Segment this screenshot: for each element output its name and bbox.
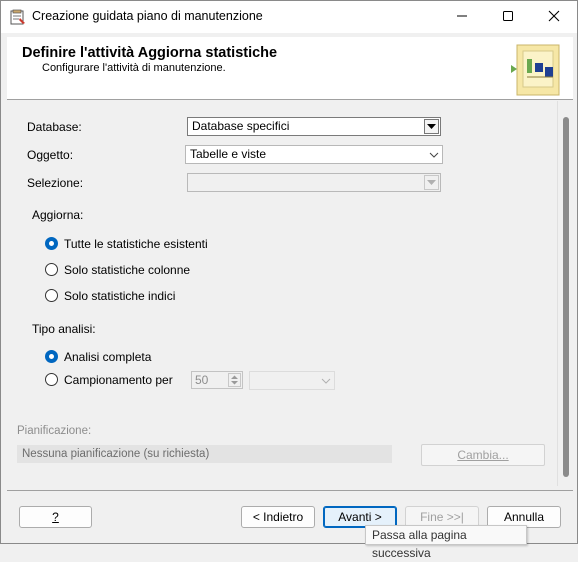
chevron-down-icon [424,119,439,134]
database-select-value: Database specifici [192,119,290,133]
radio-index-statistics-label[interactable]: Solo statistiche indici [64,289,175,303]
object-select[interactable]: Tabelle e viste [185,145,443,164]
chevron-down-icon [318,373,333,388]
footer-separator [7,490,573,491]
chevron-down-icon [424,175,439,190]
wizard-window: Creazione guidata piano di manutenzione … [0,0,578,560]
next-button-tooltip: Passa alla pagina successiva [365,525,527,560]
close-button[interactable] [531,1,577,31]
chevron-down-icon [426,147,441,162]
update-group-label: Aggiorna: [32,208,84,222]
radio-sample-by-label[interactable]: Campionamento per [64,373,173,387]
title-bar: Creazione guidata piano di manutenzione [1,1,577,33]
scrollbar-thumb[interactable] [563,117,569,477]
wizard-header: Definire l'attività Aggiorna statistiche… [7,37,573,100]
app-icon [10,9,25,25]
schedule-field: Nessuna pianificazione (su richiesta) [17,445,392,463]
wizard-banner-icon [511,44,560,96]
radio-sample-by[interactable] [45,373,58,386]
selection-label: Selezione: [27,176,84,190]
schedule-label: Pianificazione: [17,425,92,437]
page-title: Definire l'attività Aggiorna statistiche [22,45,278,61]
radio-all-statistics-label[interactable]: Tutte le statistiche esistenti [64,237,208,251]
minimize-icon [457,15,467,17]
selection-select[interactable] [187,173,441,192]
spin-arrows-icon [228,373,241,387]
radio-index-statistics[interactable] [45,289,58,302]
radio-full-scan[interactable] [45,350,58,363]
sample-unit-select[interactable] [249,371,335,390]
object-label: Oggetto: [27,148,74,162]
radio-all-statistics[interactable] [45,237,58,250]
close-icon [548,10,560,22]
database-select[interactable]: Database specifici [187,117,441,136]
maximize-button[interactable] [485,1,531,31]
page-subtitle: Configurare l'attività di manutenzione. [42,62,226,74]
window-title: Creazione guidata piano di manutenzione [32,9,263,23]
sample-value: 50 [195,373,209,387]
scan-type-label: Tipo analisi: [32,322,96,336]
database-label: Database: [27,120,82,134]
maximize-icon [503,11,513,21]
radio-column-statistics-label[interactable]: Solo statistiche colonne [64,263,190,277]
help-button[interactable]: ? [19,506,92,528]
back-button[interactable]: < Indietro [241,506,315,528]
radio-full-scan-label[interactable]: Analisi completa [64,350,151,364]
radio-column-statistics[interactable] [45,263,58,276]
vertical-scrollbar[interactable] [557,101,573,486]
minimize-button[interactable] [439,1,485,31]
object-select-value: Tabelle e viste [190,147,267,161]
change-schedule-button[interactable]: Cambia... [421,444,545,466]
sample-value-stepper[interactable]: 50 [191,371,243,389]
